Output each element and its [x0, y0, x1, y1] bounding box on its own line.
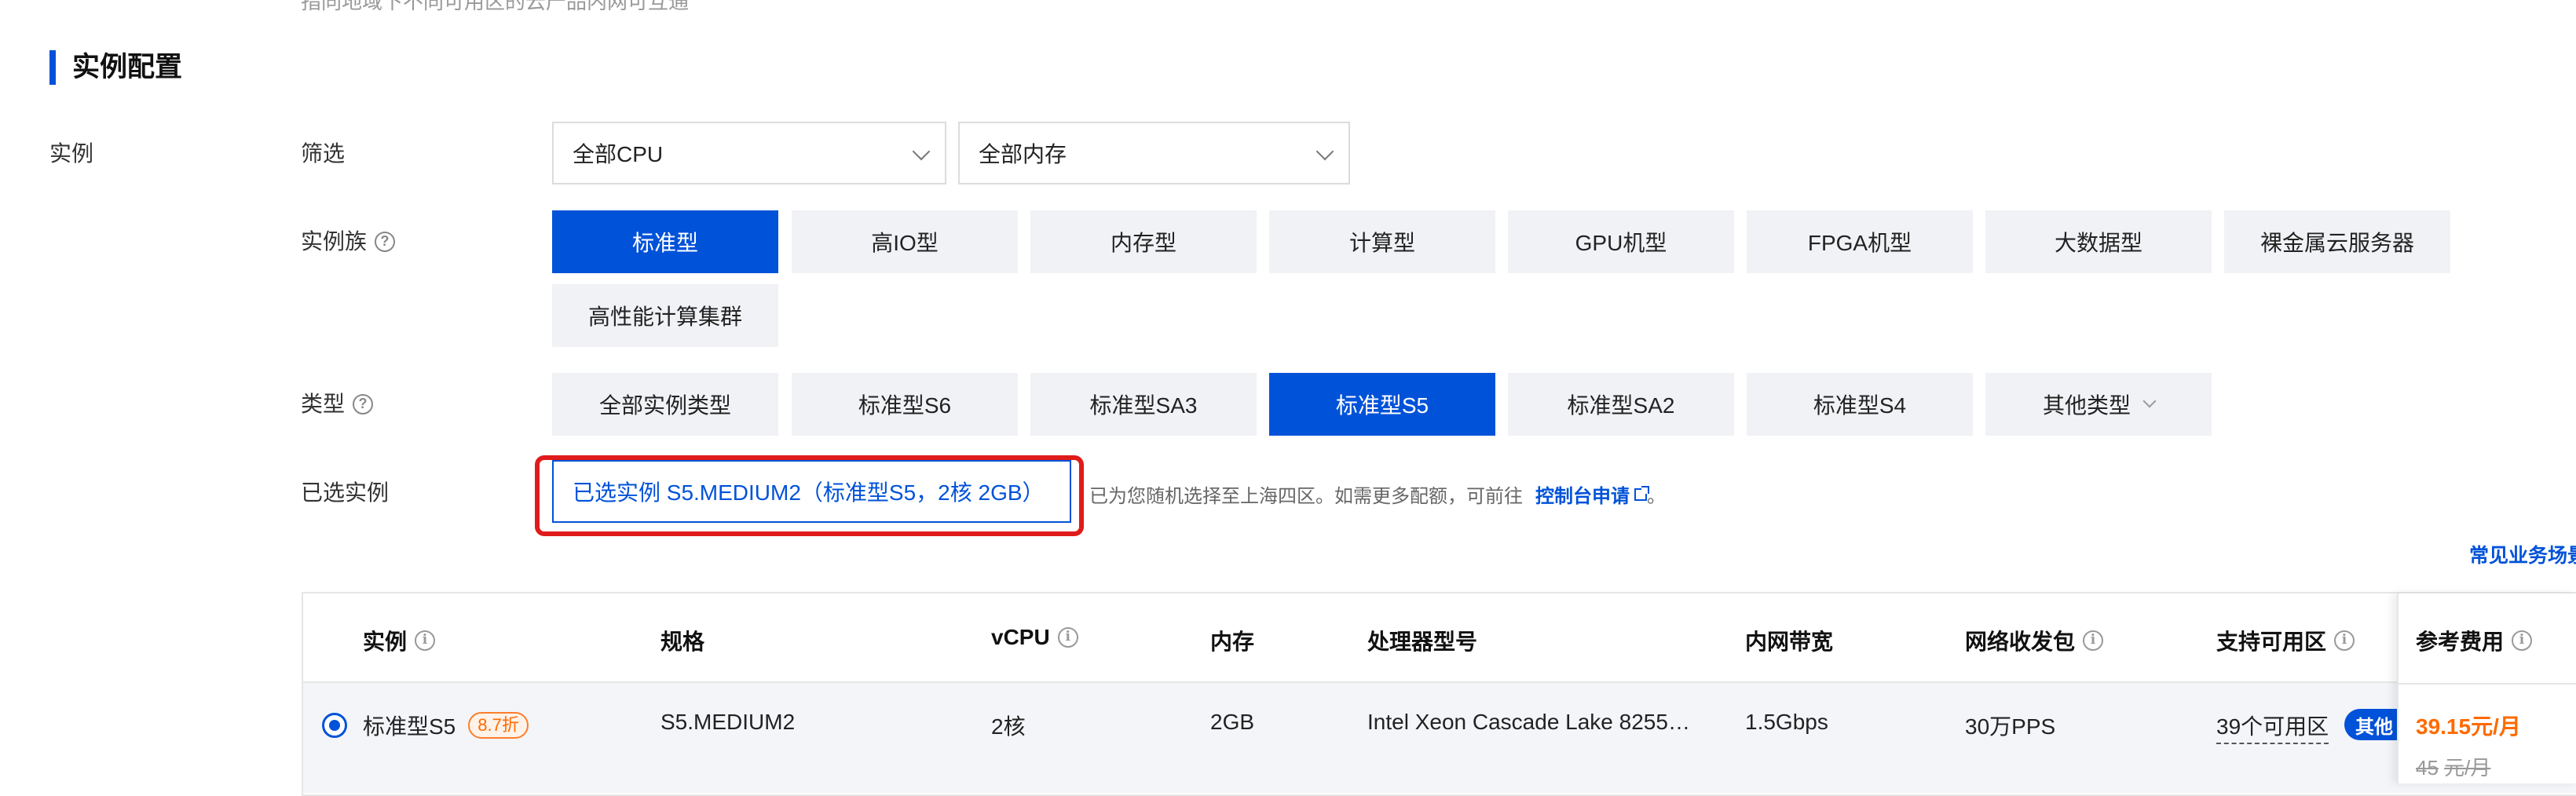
family-option-fpga[interactable]: FPGA机型 [1747, 210, 1973, 273]
info-icon[interactable]: i [2512, 630, 2533, 651]
type-option-all[interactable]: 全部实例类型 [552, 373, 778, 436]
type-option-s6[interactable]: 标准型S6 [792, 373, 1018, 436]
memory-select-value: 全部内存 [979, 142, 1067, 166]
highlight-outline [535, 455, 1084, 536]
cell-pps: 30万PPS [1965, 714, 2056, 739]
help-icon[interactable]: ? [353, 394, 374, 414]
selected-instance-hint: 已为您随机选择至上海四区。如需更多配额，可前往 控制台申请 。 [1089, 480, 1666, 508]
family-label-text: 实例族 [301, 229, 368, 254]
cell-instance: 标准型S5 8.7折 [363, 710, 529, 741]
th-fee-text: 参考费用 [2416, 630, 2505, 654]
chevron-down-icon [1315, 142, 1334, 161]
cell-price: 39.15元/月 [2416, 714, 2521, 739]
type-option-other-label: 其他类型 [2042, 393, 2131, 418]
console-apply-link[interactable]: 控制台申请 [1535, 480, 1649, 508]
chevron-down-icon [912, 142, 931, 161]
cpu-select-value: 全部CPU [573, 142, 664, 166]
cell-spec: S5.MEDIUM2 [660, 710, 796, 734]
cell-vcpu: 2核 [991, 714, 1026, 739]
family-option-standard[interactable]: 标准型 [552, 210, 778, 273]
console-apply-link-text: 控制台申请 [1535, 486, 1630, 507]
truncated-top-hint: 指同地域下不同可用区的云产品内网可互通 [301, 0, 690, 13]
external-link-icon [1634, 485, 1649, 501]
original-price-unit: 元/月 [2444, 756, 2491, 780]
memory-select[interactable]: 全部内存 [958, 122, 1350, 184]
cell-bandwidth: 1.5Gbps [1745, 710, 1828, 734]
cpu-select[interactable]: 全部CPU [552, 122, 946, 184]
hint-end: 。 [1647, 486, 1666, 507]
th-vcpu: vCPU i [991, 625, 1078, 650]
th-processor: 处理器型号 [1367, 630, 1478, 654]
family-option-hpc-cluster[interactable]: 高性能计算集群 [552, 284, 778, 347]
row-radio-selected[interactable] [322, 713, 347, 738]
th-pps-text: 网络收发包 [1965, 630, 2076, 654]
family-option-memory[interactable]: 内存型 [1030, 210, 1257, 273]
type-option-s5[interactable]: 标准型S5 [1269, 373, 1495, 436]
cell-instance-text: 标准型S5 [363, 714, 456, 739]
chevron-down-icon [2142, 394, 2157, 408]
info-icon[interactable]: i [2083, 630, 2104, 651]
cell-zones[interactable]: 39个可用区 [2216, 710, 2329, 744]
type-option-other[interactable]: 其他类型 [1985, 373, 2212, 436]
th-bandwidth: 内网带宽 [1745, 630, 1834, 654]
family-option-compute[interactable]: 计算型 [1269, 210, 1495, 273]
section-accent-bar [49, 50, 56, 85]
info-icon[interactable]: i [415, 630, 436, 651]
info-icon[interactable]: i [2334, 630, 2355, 651]
family-option-big-data[interactable]: 大数据型 [1985, 210, 2212, 273]
info-icon[interactable]: i [1057, 627, 1078, 648]
th-spec: 规格 [660, 630, 705, 654]
th-zones-text: 支持可用区 [2216, 630, 2327, 654]
th-instance: 实例 i [363, 625, 436, 656]
cell-processor: Intel Xeon Cascade Lake 8255… [1367, 710, 1690, 734]
discount-badge: 8.7折 [468, 712, 529, 739]
fee-header-divider [2399, 683, 2576, 685]
th-memory: 内存 [1210, 630, 1255, 654]
section-title: 实例配置 [72, 52, 183, 82]
selected-instance-label: 已选实例 [301, 480, 390, 505]
common-scenarios-link[interactable]: 常见业务场景 [2469, 540, 2576, 568]
zone-other-badge: 其他 [2344, 709, 2404, 740]
hint-text: 已为您随机选择至上海四区。如需更多配额，可前往 [1089, 486, 1523, 507]
family-option-high-io[interactable]: 高IO型 [792, 210, 1018, 273]
th-instance-text: 实例 [363, 630, 408, 654]
original-price-value: 45 [2416, 756, 2439, 780]
type-option-sa2[interactable]: 标准型SA2 [1508, 373, 1734, 436]
type-option-sa3[interactable]: 标准型SA3 [1030, 373, 1257, 436]
help-icon[interactable]: ? [375, 232, 396, 252]
family-option-gpu[interactable]: GPU机型 [1508, 210, 1734, 273]
cell-memory: 2GB [1210, 710, 1255, 734]
instance-label: 实例 [49, 141, 94, 166]
type-label-text: 类型 [301, 392, 346, 416]
zones-link[interactable]: 39个可用区 [2216, 710, 2329, 744]
family-label: 实例族 ? [301, 228, 396, 256]
cell-original-price: 45 元/月 [2416, 752, 2490, 781]
type-option-s4[interactable]: 标准型S4 [1747, 373, 1973, 436]
family-option-bare-metal[interactable]: 裸金属云服务器 [2224, 210, 2450, 273]
th-fee: 参考费用 i [2416, 625, 2533, 656]
th-pps: 网络收发包 i [1965, 625, 2104, 656]
type-label: 类型 ? [301, 390, 374, 418]
th-vcpu-text: vCPU [991, 625, 1050, 649]
th-zones: 支持可用区 i [2216, 625, 2355, 656]
filter-label: 筛选 [301, 141, 346, 166]
